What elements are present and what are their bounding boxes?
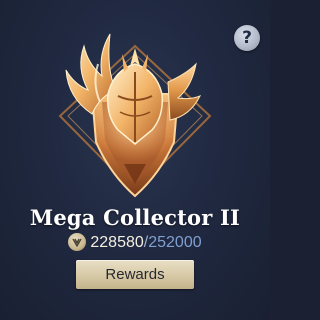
points-total: 252000 — [148, 234, 202, 251]
points-progress: 228580/252000 — [0, 232, 270, 254]
help-button[interactable]: ? — [234, 25, 260, 51]
rewards-button[interactable]: Rewards — [76, 260, 194, 289]
collector-coin-icon — [68, 233, 87, 251]
points-current: 228580 — [90, 234, 144, 251]
collector-rank-card: ? Mega Collector II 228580/252000 Reward… — [0, 0, 270, 320]
rank-title: Mega Collector II — [29, 205, 241, 230]
collector-emblem-icon — [58, 33, 212, 198]
